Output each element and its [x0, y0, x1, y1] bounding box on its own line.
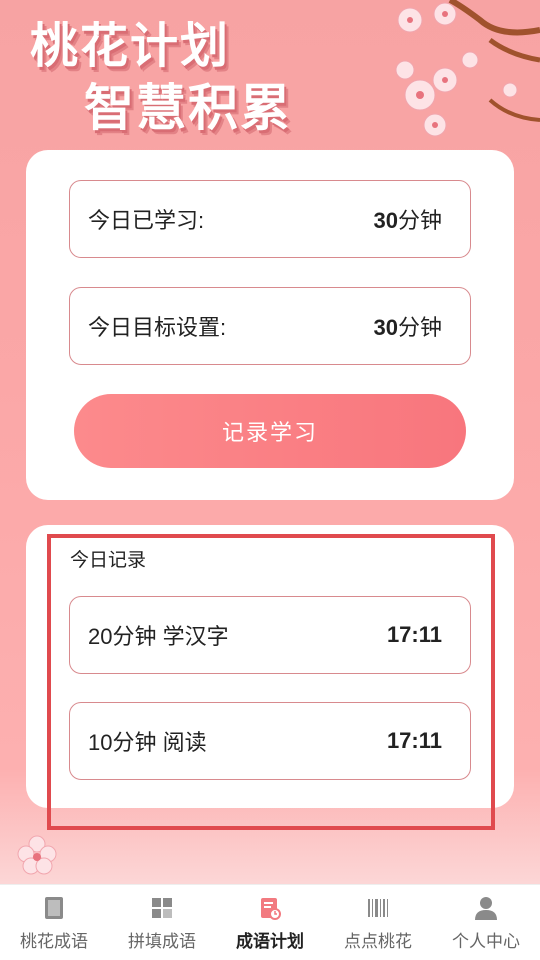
- record-item-desc: 20分钟 学汉字: [88, 624, 229, 649]
- study-summary-card: 今日已学习: 30分钟 今日目标设置: 30分钟 记录学习: [26, 150, 514, 500]
- header: 桃花计划 智慧积累: [0, 0, 540, 150]
- daily-goal-value[interactable]: 30分钟: [374, 310, 443, 342]
- record-study-button[interactable]: 记录学习: [74, 394, 466, 468]
- tab-idiom-plan[interactable]: 成语计划: [216, 885, 324, 960]
- blossom-petal-decoration-icon: [17, 835, 57, 875]
- learned-today-label: 今日已学习:: [88, 208, 205, 233]
- record-item-time: 17:11: [386, 622, 442, 647]
- barcode-icon: [365, 895, 391, 921]
- learned-today-row: 今日已学习: 30分钟: [69, 180, 471, 258]
- learned-today-value: 30分钟: [373, 208, 443, 233]
- tab-label: 点点桃花: [344, 932, 412, 951]
- tab-fill-idioms[interactable]: 拼填成语: [108, 885, 216, 960]
- grid-icon: [149, 895, 175, 921]
- record-item[interactable]: 10分钟 阅读 17:11: [69, 702, 471, 780]
- tab-label: 成语计划: [236, 932, 304, 951]
- tab-label: 拼填成语: [128, 932, 196, 951]
- record-item-time: 17:11: [386, 728, 442, 753]
- today-records-card: 今日记录 20分钟 学汉字 17:11 10分钟 阅读 17:11: [26, 525, 514, 808]
- today-records-title: 今日记录: [70, 550, 147, 571]
- cherry-blossom-decoration-icon: [395, 0, 540, 137]
- record-item[interactable]: 20分钟 学汉字 17:11: [69, 596, 471, 674]
- daily-goal-row[interactable]: 今日目标设置: 30分钟: [69, 287, 471, 365]
- page-title-line2: 智慧积累: [84, 79, 292, 137]
- record-item-desc: 10分钟 阅读: [88, 730, 207, 755]
- tab-label: 桃花成语: [20, 932, 88, 951]
- tab-dot-peach[interactable]: 点点桃花: [324, 885, 432, 960]
- page-title-line1: 桃花计划: [30, 18, 231, 74]
- bottom-tab-bar: 桃花成语 拼填成语 成语计划 点点桃花 个人中心: [0, 884, 540, 960]
- tab-profile[interactable]: 个人中心: [432, 885, 540, 960]
- person-icon: [473, 895, 499, 921]
- book-icon: [41, 895, 67, 921]
- tab-peach-idioms[interactable]: 桃花成语: [0, 885, 108, 960]
- daily-goal-label: 今日目标设置:: [88, 315, 227, 340]
- tab-label: 个人中心: [452, 932, 520, 951]
- plan-clock-icon: [257, 895, 283, 921]
